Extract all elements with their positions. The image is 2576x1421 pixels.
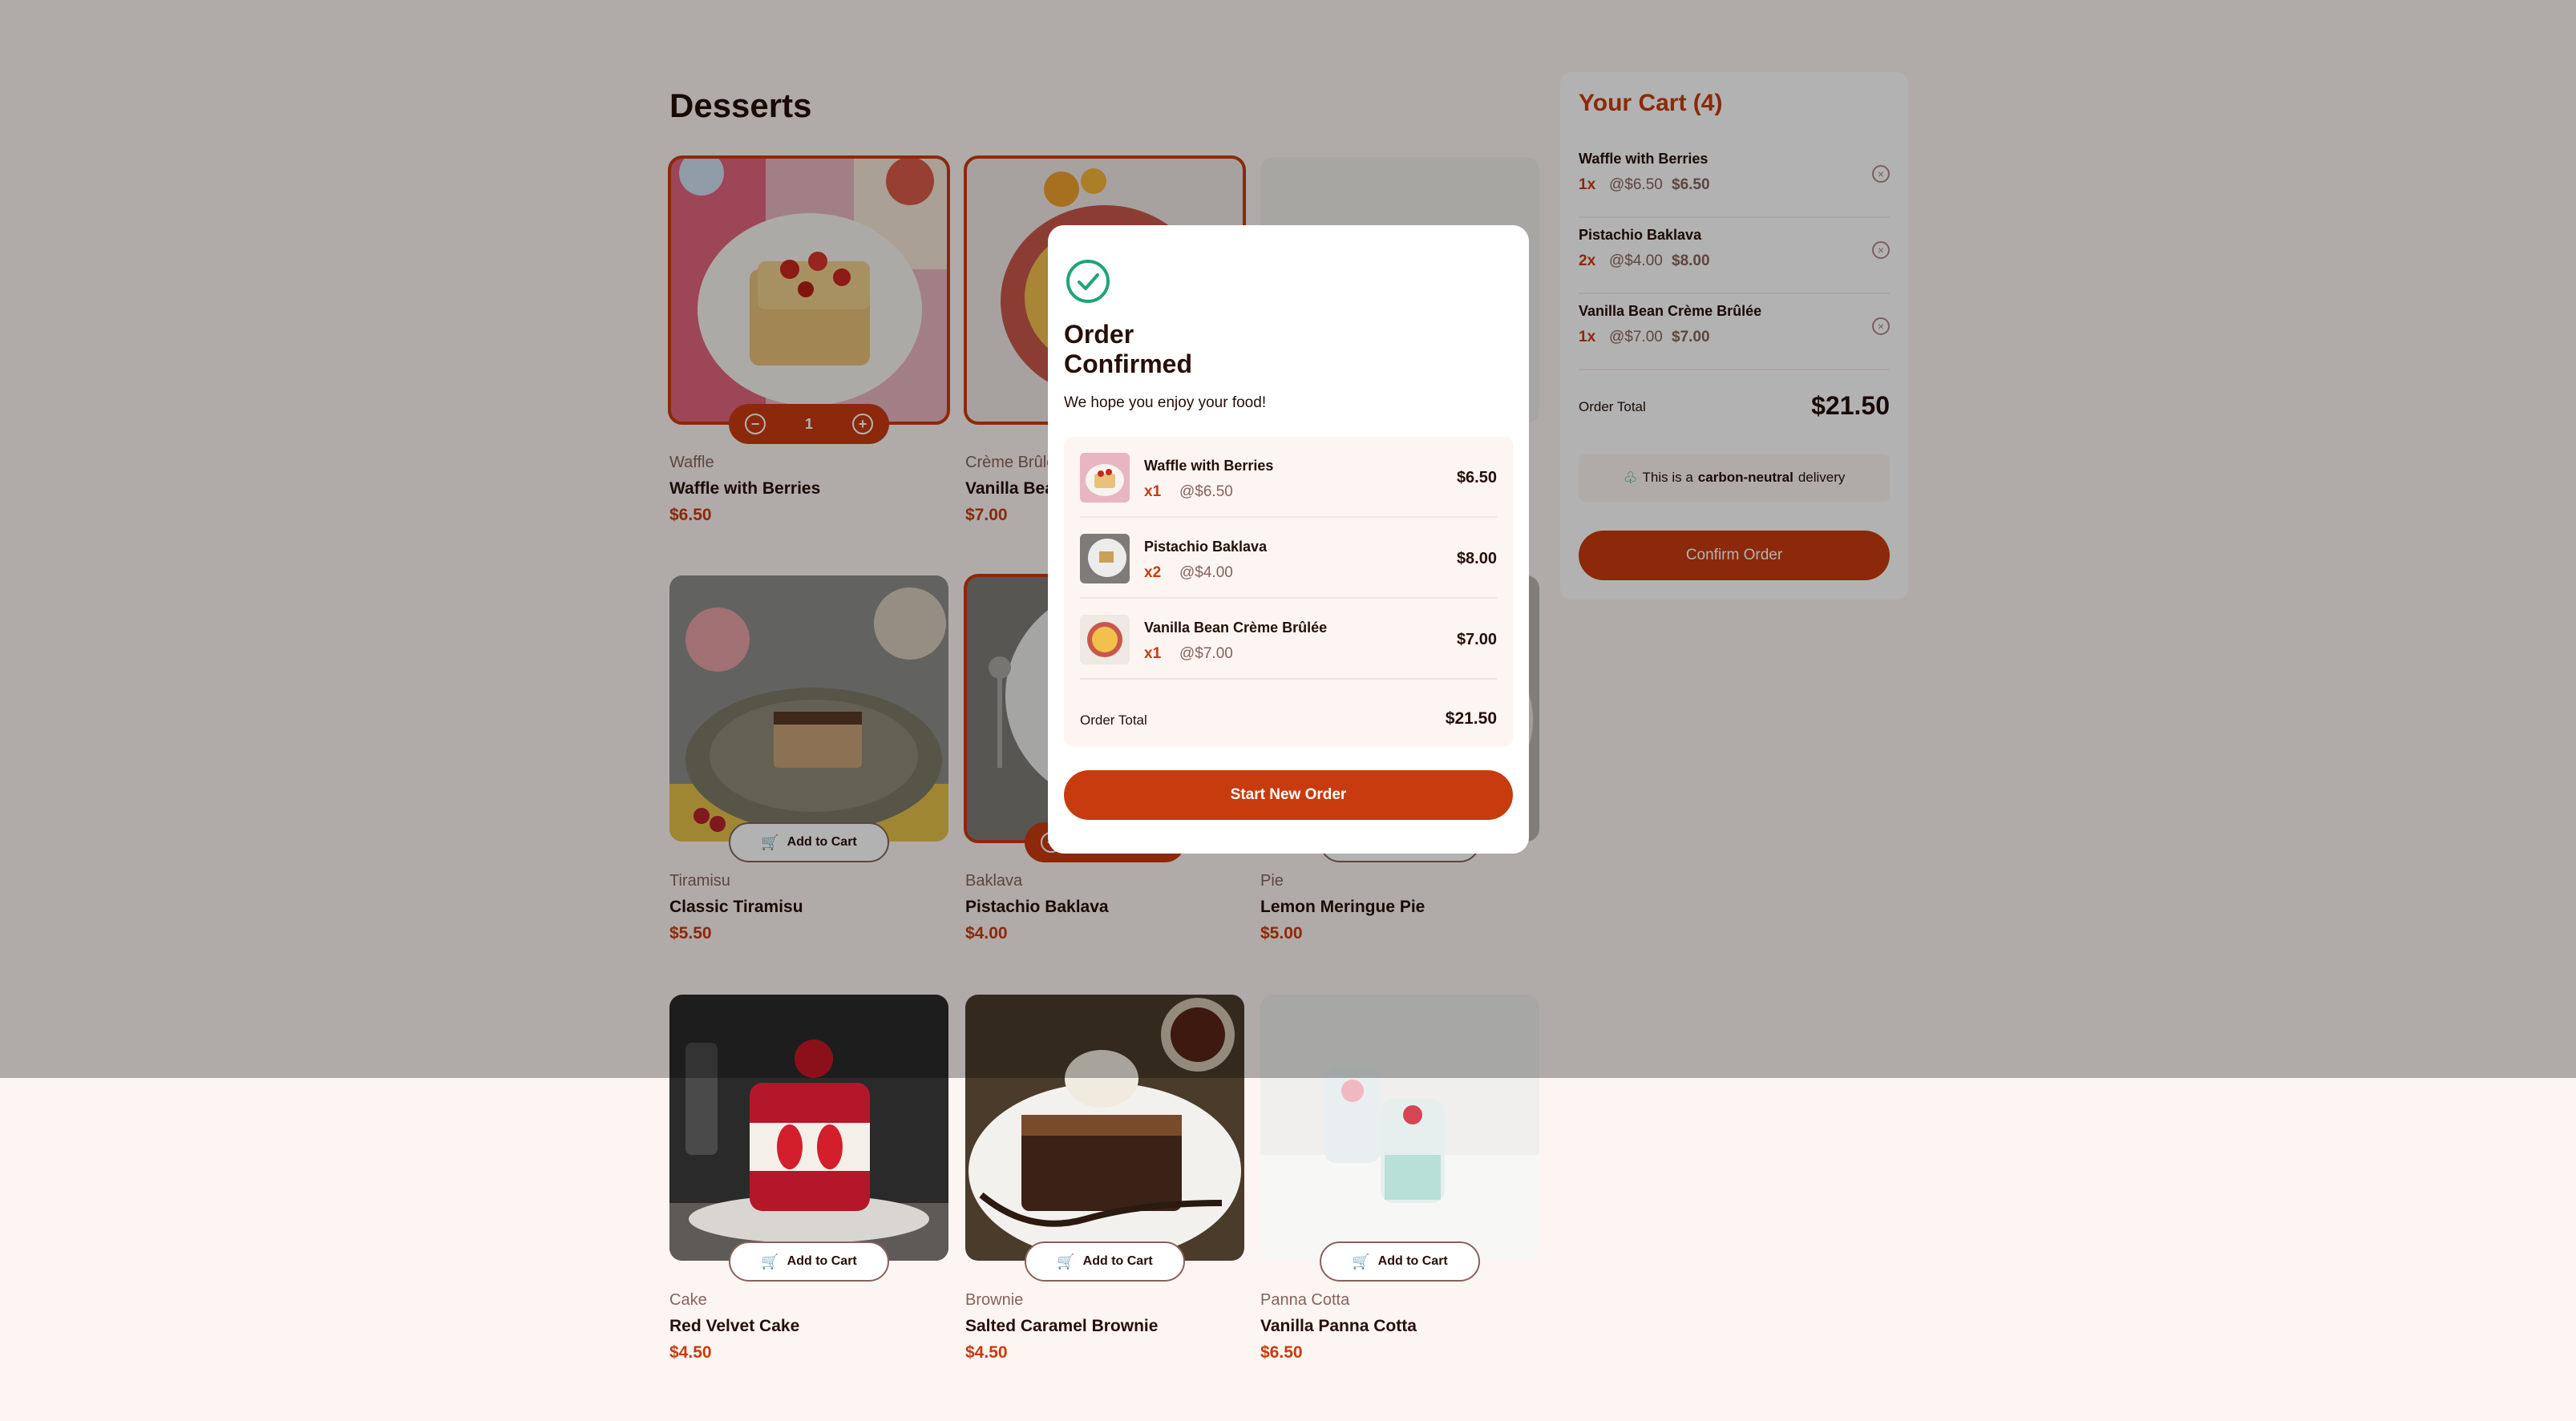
- start-new-order-button[interactable]: Start New Order: [1064, 770, 1513, 820]
- summary-row: Waffle with Berries x1 @$6.50 $6.50: [1080, 437, 1497, 518]
- product-category: Cake: [669, 1291, 707, 1309]
- summary-item-name: Vanilla Bean Crème Brûlée: [1144, 620, 1328, 636]
- product-name: Salted Caramel Brownie: [965, 1317, 1159, 1335]
- summary-item-quantity: x2: [1144, 564, 1162, 581]
- modal-title: Order Confirmed: [1064, 320, 1192, 378]
- summary-row: Pistachio Baklava x2 @$4.00 $8.00: [1080, 518, 1497, 599]
- product-price: $4.50: [965, 1343, 1008, 1362]
- summary-row: Vanilla Bean Crème Brûlée x1 @$7.00 $7.0…: [1080, 599, 1497, 680]
- add-to-cart-button[interactable]: 🛒 Add to Cart: [729, 1241, 889, 1282]
- add-to-cart-button[interactable]: 🛒 Add to Cart: [1025, 1241, 1185, 1282]
- summary-item-unit-price: @$6.50: [1179, 483, 1233, 500]
- summary-item-unit-price: @$7.00: [1179, 645, 1233, 662]
- summary-total-label: Order Total: [1080, 713, 1147, 728]
- order-confirmed-modal: Order Confirmed We hope you enjoy your f…: [1048, 225, 1529, 854]
- summary-thumbnail: [1080, 615, 1130, 664]
- summary-item-name: Pistachio Baklava: [1144, 539, 1268, 555]
- check-circle-icon: [1066, 260, 1110, 303]
- summary-total-value: $21.50: [1445, 709, 1497, 728]
- summary-thumbnail: [1080, 534, 1130, 583]
- dessert-store-page: Desserts − 1 + Waffle Waffle with Berrie…: [0, 0, 2576, 1421]
- product-name: Vanilla Panna Cotta: [1260, 1317, 1417, 1335]
- summary-item-quantity: x1: [1144, 483, 1162, 500]
- product-category: Panna Cotta: [1260, 1291, 1350, 1309]
- cart-add-icon: 🛒: [761, 1253, 779, 1270]
- product-price: $4.50: [669, 1343, 712, 1362]
- summary-item-total: $8.00: [1456, 550, 1497, 567]
- cart-add-icon: 🛒: [1057, 1253, 1075, 1270]
- summary-item-total: $6.50: [1456, 469, 1497, 486]
- add-to-cart-button[interactable]: 🛒 Add to Cart: [1320, 1241, 1480, 1282]
- summary-item-unit-price: @$4.00: [1179, 564, 1233, 581]
- summary-item-total: $7.00: [1456, 631, 1497, 648]
- product-name: Red Velvet Cake: [669, 1317, 800, 1335]
- summary-item-quantity: x1: [1144, 645, 1162, 662]
- product-category: Brownie: [965, 1291, 1024, 1309]
- order-summary: Waffle with Berries x1 @$6.50 $6.50 Pist…: [1064, 437, 1513, 746]
- summary-thumbnail: [1080, 453, 1130, 503]
- summary-item-name: Waffle with Berries: [1144, 458, 1274, 474]
- modal-subtitle: We hope you enjoy your food!: [1064, 394, 1267, 411]
- product-price: $6.50: [1260, 1343, 1303, 1362]
- cart-add-icon: 🛒: [1352, 1253, 1370, 1270]
